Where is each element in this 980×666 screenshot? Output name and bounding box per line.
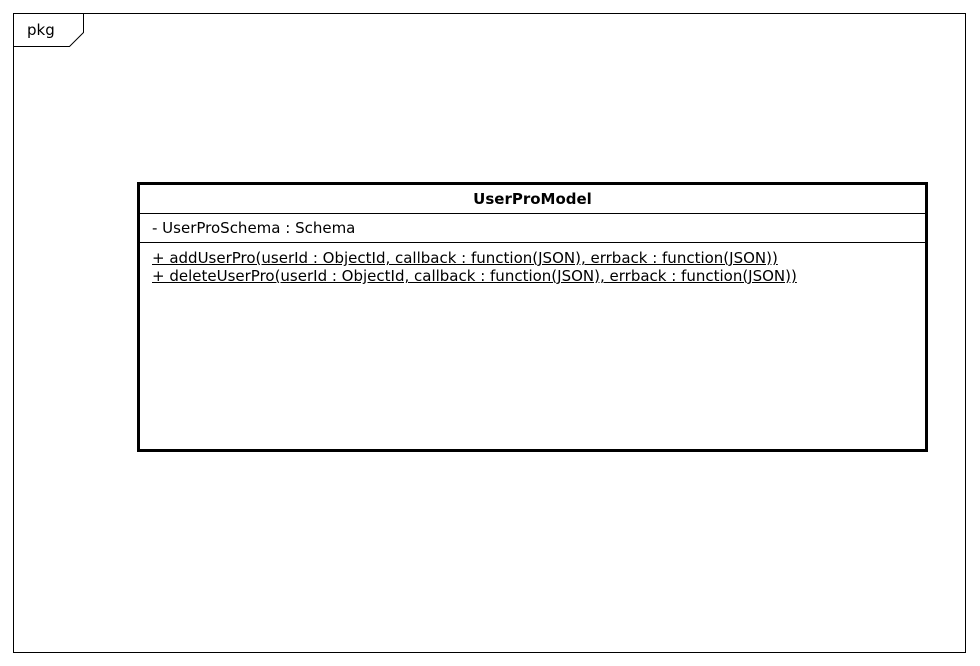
class-user-pro-model[interactable]: UserProModel - UserProSchema : Schema + … bbox=[137, 182, 928, 452]
attributes-compartment: - UserProSchema : Schema bbox=[140, 214, 925, 243]
package-frame-label: pkg bbox=[27, 21, 55, 39]
package-frame-tab: pkg bbox=[14, 14, 84, 47]
class-name: UserProModel bbox=[140, 185, 925, 214]
operation-delete-user-pro: + deleteUserPro(userId : ObjectId, callb… bbox=[152, 267, 797, 285]
operation-add-user-pro: + addUserPro(userId : ObjectId, callback… bbox=[152, 249, 778, 267]
attribute-user-pro-schema: - UserProSchema : Schema bbox=[152, 219, 356, 237]
operations-compartment: + addUserPro(userId : ObjectId, callback… bbox=[140, 243, 925, 285]
